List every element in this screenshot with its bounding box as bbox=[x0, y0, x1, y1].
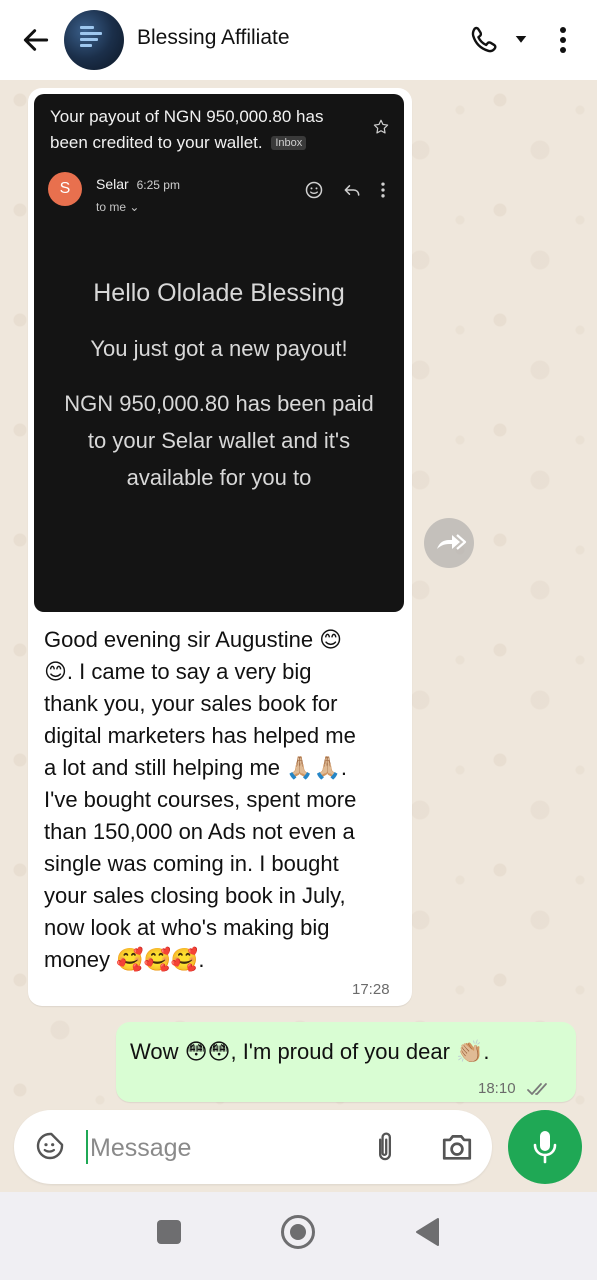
microphone-icon bbox=[533, 1131, 557, 1164]
chat-header: Blessing Affiliate bbox=[0, 0, 597, 80]
forward-icon bbox=[437, 534, 467, 550]
system-back-icon[interactable] bbox=[414, 1216, 440, 1248]
caret-down-icon[interactable] bbox=[512, 30, 530, 48]
contact-avatar[interactable] bbox=[64, 10, 124, 70]
sender-name: Selar 6:25 pm bbox=[96, 176, 180, 192]
outgoing-message-time: 18:10 bbox=[478, 1080, 516, 1097]
sender-time: 6:25 pm bbox=[136, 178, 180, 192]
email-paragraph-1: You just got a new payout! bbox=[90, 336, 348, 361]
text-cursor bbox=[86, 1130, 88, 1164]
email-body: Hello Ololade Blessing You just got a ne… bbox=[58, 274, 380, 514]
camera-icon[interactable] bbox=[440, 1131, 474, 1163]
message-input[interactable] bbox=[90, 1128, 360, 1168]
outgoing-message-text: Wow 😳😳, I'm proud of you dear 👏🏼. bbox=[130, 1039, 490, 1064]
recents-button[interactable] bbox=[157, 1220, 181, 1244]
email-greeting: Hello Ololade Blessing bbox=[93, 279, 345, 307]
home-button[interactable] bbox=[281, 1215, 315, 1249]
forward-button[interactable] bbox=[424, 518, 474, 568]
sticker-icon[interactable] bbox=[34, 1130, 66, 1162]
reply-icon bbox=[344, 185, 360, 196]
double-tick-icon bbox=[527, 1083, 547, 1095]
chevron-down-icon: ⌄ bbox=[129, 200, 140, 214]
phone-icon[interactable] bbox=[468, 24, 500, 56]
email-paragraph-2: NGN 950,000.80 has been paid to your Sel… bbox=[64, 391, 374, 490]
email-more-icon bbox=[381, 182, 385, 198]
back-arrow-icon[interactable] bbox=[20, 24, 52, 56]
contact-name[interactable]: Blessing Affiliate bbox=[137, 26, 290, 50]
voice-message-button[interactable] bbox=[508, 1110, 582, 1184]
recipient-label: to me ⌄ bbox=[96, 200, 140, 214]
more-vertical-icon[interactable] bbox=[553, 24, 573, 56]
paperclip-icon[interactable] bbox=[370, 1130, 400, 1164]
incoming-message-time: 17:28 bbox=[352, 981, 390, 998]
email-subject: Your payout of NGN 950,000.80 has been c… bbox=[50, 107, 324, 152]
email-screenshot-image[interactable]: Your payout of NGN 950,000.80 has been c… bbox=[34, 94, 404, 612]
incoming-message-text: Good evening sir Augustine 😊 😊. I came t… bbox=[44, 627, 357, 972]
sender-avatar: S bbox=[48, 172, 82, 206]
emoji-icon bbox=[305, 181, 323, 199]
star-icon bbox=[373, 119, 389, 134]
inbox-badge: Inbox bbox=[271, 136, 307, 150]
